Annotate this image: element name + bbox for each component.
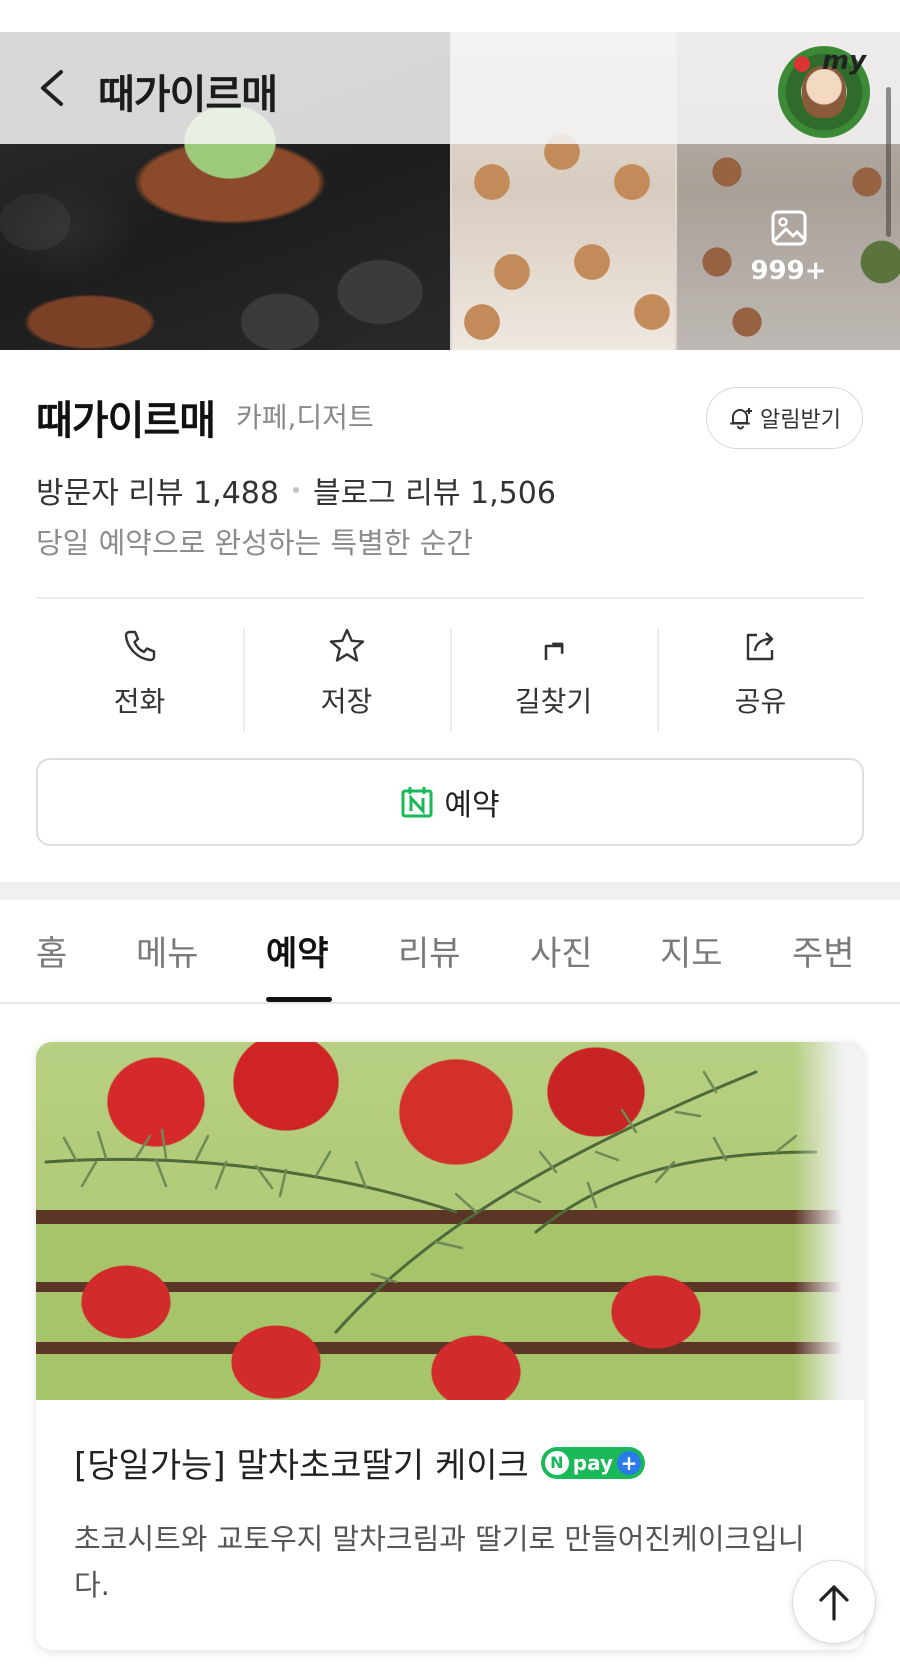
place-category: 카페,디저트 — [236, 401, 374, 434]
review-counts: 방문자 리뷰 1,488 블로그 리뷰 1,506 — [36, 468, 556, 512]
call-button[interactable]: 전화 — [36, 626, 243, 732]
action-row: 전화 저장 길찾기 공유 — [36, 626, 864, 732]
reserve-button[interactable]: 예약 — [36, 758, 864, 846]
blog-review-link[interactable]: 블로그 리뷰 1,506 — [313, 468, 556, 512]
tab-home[interactable]: 홈 — [36, 926, 67, 975]
tab-reviews[interactable]: 리뷰 — [398, 926, 461, 975]
npay-badge: N pay + — [540, 1446, 646, 1479]
arrow-up-icon — [819, 1585, 849, 1621]
scroll-top-button[interactable] — [792, 1560, 876, 1644]
photo-count-label: 999+ — [750, 256, 827, 286]
share-icon — [746, 632, 773, 661]
product-title[interactable]: [당일가능] 말차초코딸기 케이크 — [74, 1438, 529, 1487]
product-description: 초코시트와 교토우지 말차크림과 딸기로 만들어진케이크입니다. — [74, 1522, 805, 1602]
hero-photo-gallery[interactable]: 때가이르매 my 999+ — [0, 32, 900, 350]
status-bar-area — [0, 0, 900, 32]
profile-avatar[interactable]: my — [778, 46, 870, 138]
rosemary-garnish — [44, 1070, 818, 1334]
directions-icon — [544, 642, 563, 660]
scrollbar[interactable] — [886, 87, 891, 237]
notify-button[interactable]: 알림받기 — [706, 387, 863, 449]
divider — [36, 597, 864, 599]
naver-calendar-icon — [401, 787, 433, 818]
product-photo[interactable] — [36, 1042, 864, 1400]
back-button[interactable] — [24, 60, 80, 116]
directions-button[interactable]: 길찾기 — [450, 626, 657, 732]
notify-label: 알림받기 — [760, 408, 841, 433]
directions-label: 길찾기 — [514, 685, 593, 718]
section-divider — [0, 882, 900, 900]
npay-plus-icon: + — [617, 1450, 642, 1475]
share-button[interactable]: 공유 — [657, 626, 864, 732]
bell-plus-icon — [730, 408, 753, 430]
separator-dot — [292, 487, 299, 493]
tab-menu[interactable]: 메뉴 — [136, 926, 199, 975]
npay-text: pay — [572, 1450, 614, 1475]
image-icon — [771, 210, 806, 246]
npay-n-icon: N — [544, 1450, 569, 1475]
place-name: 때가이르매 — [36, 398, 216, 444]
share-label: 공유 — [734, 685, 787, 718]
product-card[interactable]: [당일가능] 말차초코딸기 케이크 N pay + 초코시트와 교토우지 말차크… — [36, 1042, 864, 1650]
avatar-my-label: my — [822, 46, 867, 76]
header-title: 때가이르매 — [98, 72, 278, 118]
star-icon — [329, 628, 364, 662]
header-bar: 때가이르매 my — [0, 32, 900, 144]
tab-map[interactable]: 지도 — [660, 926, 723, 975]
phone-icon — [124, 630, 155, 662]
tab-reservation[interactable]: 예약 — [266, 926, 329, 975]
tab-bar: 홈 메뉴 예약 리뷰 사진 지도 주변 — [0, 900, 900, 1004]
back-arrow-icon — [41, 70, 63, 106]
call-label: 전화 — [113, 685, 166, 718]
avatar-decoration — [794, 56, 810, 72]
place-tagline: 당일 예약으로 완성하는 특별한 순간 — [36, 526, 474, 560]
save-button[interactable]: 저장 — [243, 626, 450, 732]
active-tab-indicator — [266, 997, 332, 1002]
photo-count-overlay[interactable]: 999+ — [677, 144, 900, 350]
product-title-row: [당일가능] 말차초코딸기 케이크 N pay + — [74, 1438, 646, 1487]
visitor-review-link[interactable]: 방문자 리뷰 1,488 — [36, 468, 279, 512]
tab-nearby[interactable]: 주변 — [792, 926, 855, 975]
reserve-label: 예약 — [444, 788, 500, 823]
tab-photos[interactable]: 사진 — [530, 926, 593, 975]
plate-edge — [794, 1042, 864, 1400]
save-label: 저장 — [320, 685, 373, 718]
